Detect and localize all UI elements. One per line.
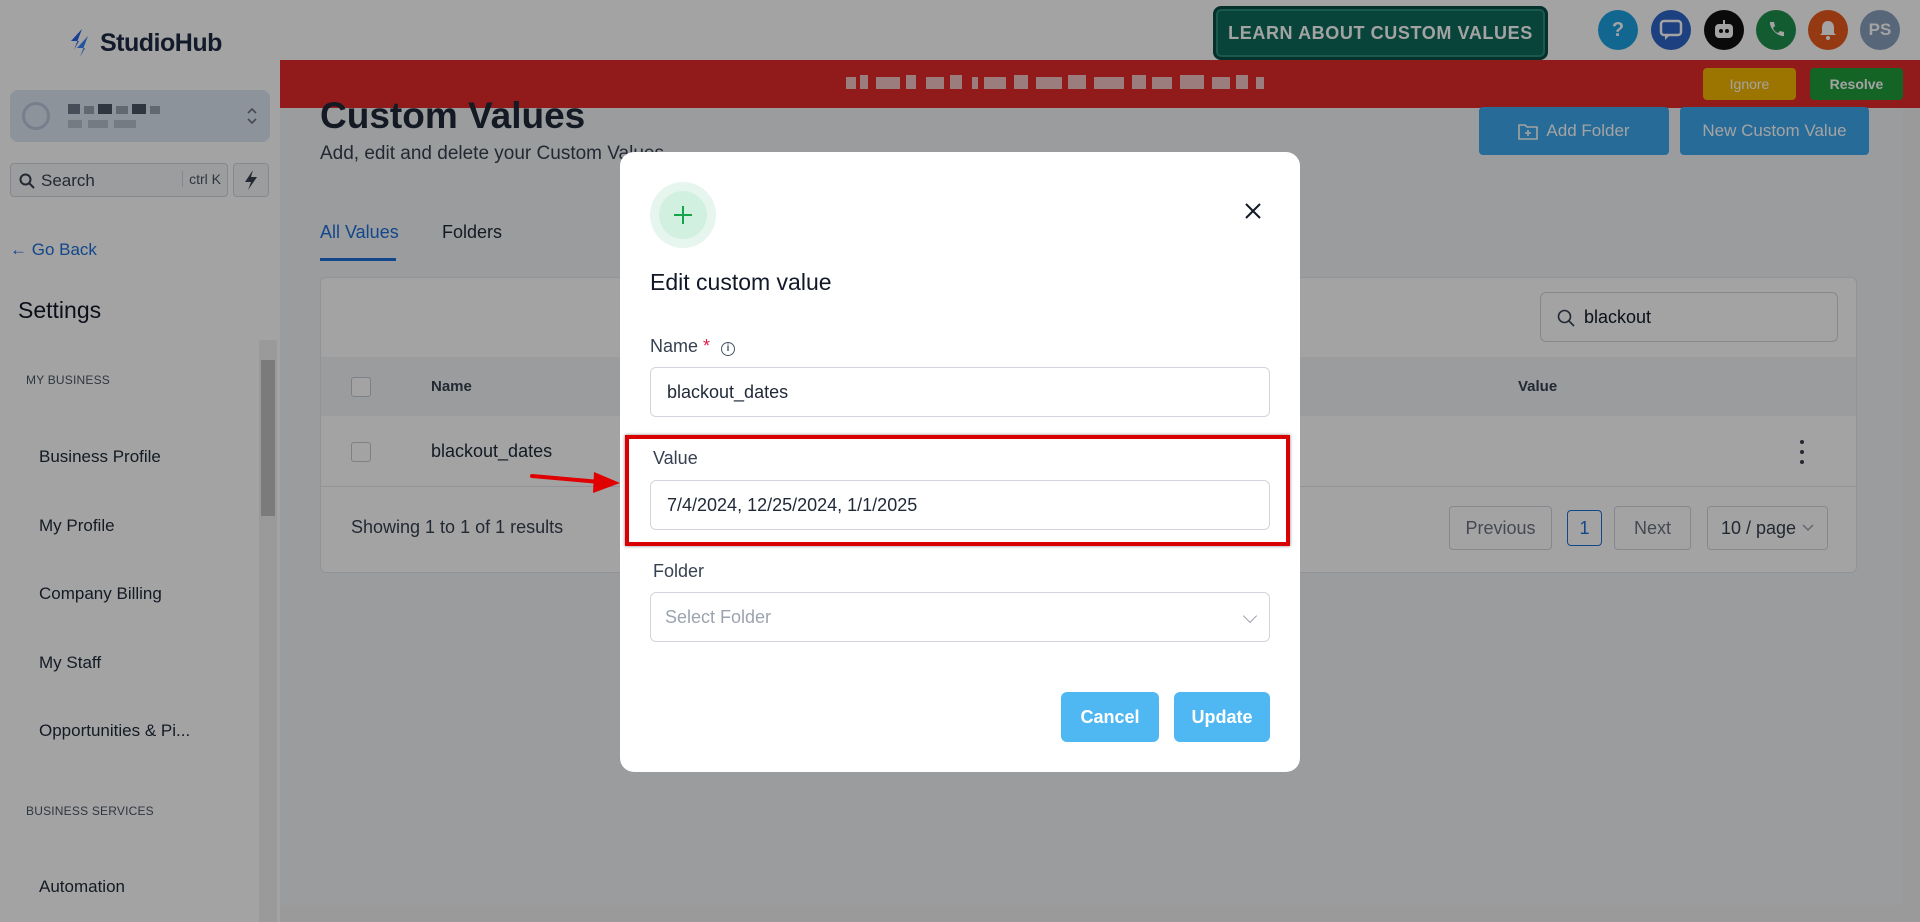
info-icon[interactable]: i xyxy=(721,341,736,356)
name-input[interactable]: blackout_dates xyxy=(650,367,1270,417)
cancel-button[interactable]: Cancel xyxy=(1061,692,1159,742)
folder-field-label: Folder xyxy=(653,561,705,581)
chevron-down-icon xyxy=(1242,608,1258,624)
required-indicator: * xyxy=(703,336,711,356)
update-button[interactable]: Update xyxy=(1174,692,1270,742)
plus-icon-badge xyxy=(650,182,716,248)
folder-select-placeholder: Select Folder xyxy=(665,606,772,627)
plus-icon xyxy=(674,206,692,224)
name-field-label: Name * i xyxy=(650,336,736,357)
annotation-arrow-icon xyxy=(530,472,620,493)
dialog-title: Edit custom value xyxy=(650,269,832,295)
close-icon[interactable] xyxy=(1240,198,1266,224)
name-label-text: Name xyxy=(650,336,699,356)
folder-select[interactable]: Select Folder xyxy=(650,592,1270,642)
annotation-highlight-box xyxy=(625,435,1290,546)
